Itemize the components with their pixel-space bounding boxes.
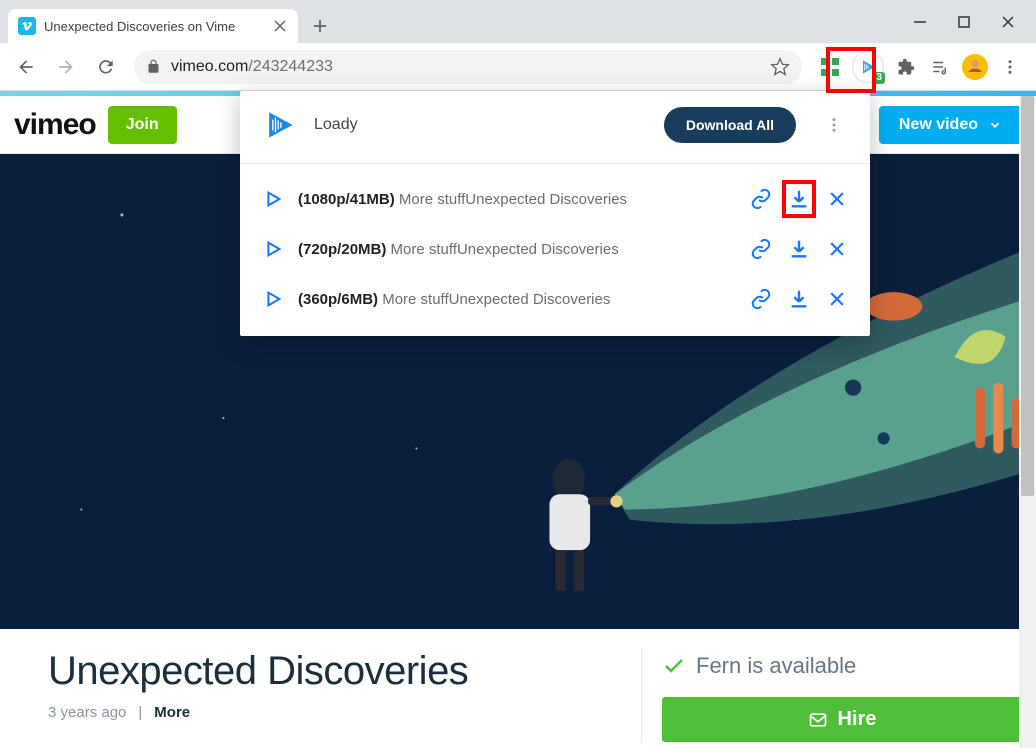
new-video-button[interactable]: New video <box>879 106 1022 144</box>
row-text: (360p/6MB) More stuffUnexpected Discover… <box>298 291 610 308</box>
copy-link-button[interactable] <box>750 288 772 310</box>
new-tab-button[interactable] <box>306 12 334 40</box>
download-all-button[interactable]: Download All <box>664 107 796 143</box>
play-icon <box>262 288 284 310</box>
url-text: vimeo.com/243244233 <box>171 58 333 76</box>
vimeo-logo[interactable]: vimeo <box>14 108 96 142</box>
download-button[interactable] <box>788 238 810 260</box>
play-icon <box>262 238 284 260</box>
availability-row: Fern is available <box>662 653 1036 679</box>
tab-title: Unexpected Discoveries on Vime <box>44 19 264 34</box>
hire-button[interactable]: Hire <box>662 697 1022 742</box>
vimeo-favicon-icon <box>18 17 36 35</box>
lock-icon <box>146 59 161 74</box>
side-panel: Fern is available Hire <box>641 649 1036 742</box>
meta-separator: | <box>138 704 142 721</box>
address-bar[interactable]: vimeo.com/243244233 <box>134 50 802 84</box>
scroll-thumb[interactable] <box>1021 96 1034 496</box>
chevron-down-icon <box>988 118 1002 132</box>
download-row-1080p: (1080p/41MB) More stuffUnexpected Discov… <box>240 174 870 224</box>
popup-divider <box>240 163 870 164</box>
minimize-button[interactable] <box>910 12 930 32</box>
video-title: Unexpected Discoveries <box>48 649 468 694</box>
extensions-area: 3 <box>812 51 1028 83</box>
download-row-720p: (720p/20MB) More stuffUnexpected Discove… <box>240 224 870 274</box>
row-text: (1080p/41MB) More stuffUnexpected Discov… <box>298 191 627 208</box>
hire-label: Hire <box>838 708 877 731</box>
video-info: Unexpected Discoveries 3 years ago | Mor… <box>48 649 468 742</box>
forward-button[interactable] <box>48 49 84 85</box>
download-button[interactable] <box>788 288 810 310</box>
music-note-icon[interactable] <box>928 55 952 79</box>
maximize-button[interactable] <box>954 12 974 32</box>
envelope-icon <box>808 710 828 730</box>
copy-link-button[interactable] <box>750 238 772 260</box>
chrome-menu-button[interactable] <box>998 55 1022 79</box>
loady-popup: Loady Download All (1080p/41MB) More stu… <box>240 91 870 336</box>
loady-extension-button[interactable]: 3 <box>852 51 884 83</box>
copy-link-button[interactable] <box>750 188 772 210</box>
row-actions <box>750 238 848 260</box>
profile-avatar[interactable] <box>962 54 988 80</box>
popup-menu-button[interactable] <box>820 111 848 139</box>
back-button[interactable] <box>8 49 44 85</box>
row-actions <box>750 288 848 310</box>
new-video-label: New video <box>899 116 978 134</box>
popup-title: Loady <box>314 116 358 134</box>
row-text: (720p/20MB) More stuffUnexpected Discove… <box>298 241 619 258</box>
browser-toolbar: vimeo.com/243244233 3 <box>0 43 1036 91</box>
close-window-button[interactable] <box>998 12 1018 32</box>
check-icon <box>662 654 686 678</box>
extensions-puzzle-icon[interactable] <box>894 55 918 79</box>
loady-badge: 3 <box>873 72 885 84</box>
reload-button[interactable] <box>88 49 124 85</box>
video-age: 3 years ago <box>48 704 126 721</box>
tab-close-button[interactable] <box>272 18 288 34</box>
bookmark-star-icon[interactable] <box>770 57 790 77</box>
below-video-section: Unexpected Discoveries 3 years ago | Mor… <box>0 629 1036 742</box>
more-link[interactable]: More <box>154 704 190 721</box>
remove-button[interactable] <box>826 188 848 210</box>
download-row-360p: (360p/6MB) More stuffUnexpected Discover… <box>240 274 870 324</box>
window-titlebar: Unexpected Discoveries on Vime <box>0 0 1036 43</box>
browser-tab[interactable]: Unexpected Discoveries on Vime <box>8 9 298 43</box>
video-meta: 3 years ago | More <box>48 704 468 721</box>
remove-button[interactable] <box>826 238 848 260</box>
availability-text: Fern is available <box>696 653 856 679</box>
download-button[interactable] <box>788 188 810 210</box>
popup-header: Loady Download All <box>240 91 870 163</box>
extension-grid-icon[interactable] <box>818 55 842 79</box>
remove-button[interactable] <box>826 288 848 310</box>
join-button[interactable]: Join <box>108 106 177 144</box>
window-controls <box>892 0 1036 43</box>
loady-logo-icon <box>262 107 298 143</box>
row-actions <box>750 188 848 210</box>
play-icon <box>262 188 284 210</box>
page-scrollbar[interactable] <box>1019 96 1036 748</box>
